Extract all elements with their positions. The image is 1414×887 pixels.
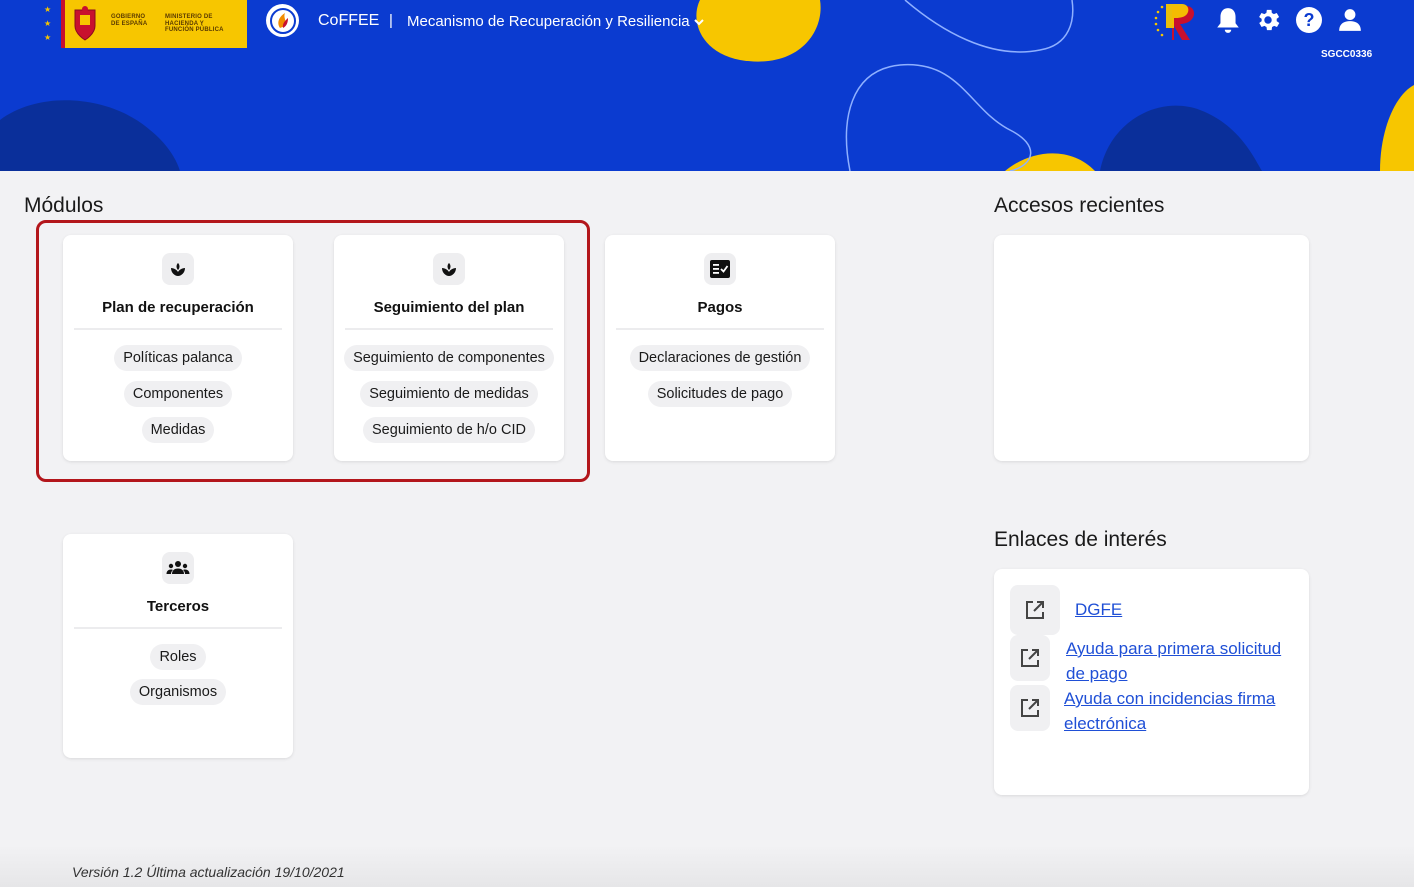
group-icon: [162, 552, 194, 584]
module-link-medidas[interactable]: Medidas: [141, 417, 215, 443]
plant-icon: [433, 253, 465, 285]
module-link-seguimiento-componentes[interactable]: Seguimiento de componentes: [344, 345, 554, 371]
context-selector-label: Mecanismo de Recuperación y Resiliencia: [407, 13, 690, 30]
user-icon[interactable]: [1336, 6, 1364, 34]
external-link-icon: [1010, 585, 1060, 635]
divider: [616, 328, 824, 330]
divider: [74, 328, 282, 330]
coffee-logo-icon[interactable]: [266, 4, 299, 37]
external-link-icon: [1010, 685, 1050, 731]
header-separator: |: [389, 12, 393, 29]
module-link-declaraciones-gestion[interactable]: Declaraciones de gestión: [629, 345, 811, 371]
module-link-organismos[interactable]: Organismos: [129, 679, 227, 705]
link-row-dgfe[interactable]: DGFE: [1010, 585, 1300, 635]
plant-icon: [162, 253, 194, 285]
module-card-terceros: Terceros Roles Organismos: [63, 534, 293, 758]
recent-access-panel: [994, 235, 1309, 461]
module-title: Plan de recuperación: [102, 299, 254, 316]
module-title: Pagos: [697, 299, 743, 316]
divider: [345, 328, 553, 330]
module-link-politicas-palanca[interactable]: Políticas palanca: [114, 345, 242, 371]
module-link-solicitudes-pago[interactable]: Solicitudes de pago: [647, 381, 793, 407]
module-link-seguimiento-medidas[interactable]: Seguimiento de medidas: [360, 381, 538, 407]
bell-icon[interactable]: [1214, 6, 1242, 34]
link-ayuda-primera-solicitud[interactable]: Ayuda para primera solicitud de pago: [1066, 636, 1300, 686]
context-selector[interactable]: Mecanismo de Recuperación y Resiliencia: [407, 13, 705, 30]
chevron-down-icon: [693, 18, 704, 25]
module-link-seguimiento-cid[interactable]: Seguimiento de h/o CID: [363, 417, 535, 443]
link-row-ayuda-solicitud[interactable]: Ayuda para primera solicitud de pago: [1010, 635, 1300, 685]
module-title: Terceros: [146, 598, 210, 615]
eu-stars-strip: ★ ★ ★: [39, 0, 61, 48]
government-logo: ★ ★ ★ Gobierno de España Ministerio de Hac…: [39, 0, 247, 48]
svg-text:?: ?: [1304, 10, 1315, 30]
gov-logo-text-1: Gobierno de España: [111, 14, 148, 27]
module-title: Seguimiento del plan: [373, 299, 525, 316]
module-link-roles[interactable]: Roles: [150, 644, 206, 670]
link-row-ayuda-firma[interactable]: Ayuda con incidencias firma electrónica: [1010, 685, 1300, 735]
recent-access-title: Accesos recientes: [994, 194, 1165, 217]
coat-of-arms-icon: [65, 0, 105, 48]
links-panel: DGFE Ayuda para primera solicitud de pag…: [994, 569, 1309, 795]
checklist-icon: [704, 253, 736, 285]
user-code: SGCC0336: [1321, 49, 1373, 60]
links-title: Enlaces de interés: [994, 528, 1167, 551]
module-card-pagos: Pagos Declaraciones de gestión Solicitud…: [605, 235, 835, 461]
divider: [74, 627, 282, 629]
gear-icon[interactable]: [1254, 6, 1282, 34]
external-link-icon: [1010, 635, 1050, 681]
module-card-seguimiento-plan: Seguimiento del plan Seguimiento de comp…: [334, 235, 564, 461]
module-link-componentes[interactable]: Componentes: [123, 381, 233, 407]
app-header: ★ ★ ★ Gobierno de España Ministerio de Hac…: [0, 0, 1414, 171]
gov-logo-text-2: Ministerio de Hacienda y Función Pública: [165, 14, 224, 33]
help-icon[interactable]: ?: [1295, 6, 1323, 34]
app-name[interactable]: CoFFEE: [318, 12, 379, 30]
module-card-plan-recuperacion: Plan de recuperación Políticas palanca C…: [63, 235, 293, 461]
link-ayuda-firma-electronica[interactable]: Ayuda con incidencias firma electrónica: [1064, 686, 1300, 736]
link-dgfe[interactable]: DGFE: [1075, 597, 1122, 622]
modules-title: Módulos: [24, 194, 104, 217]
version-text: Versión 1.2 Última actualización 19/10/2…: [72, 864, 345, 880]
prtr-logo: [1154, 4, 1194, 40]
